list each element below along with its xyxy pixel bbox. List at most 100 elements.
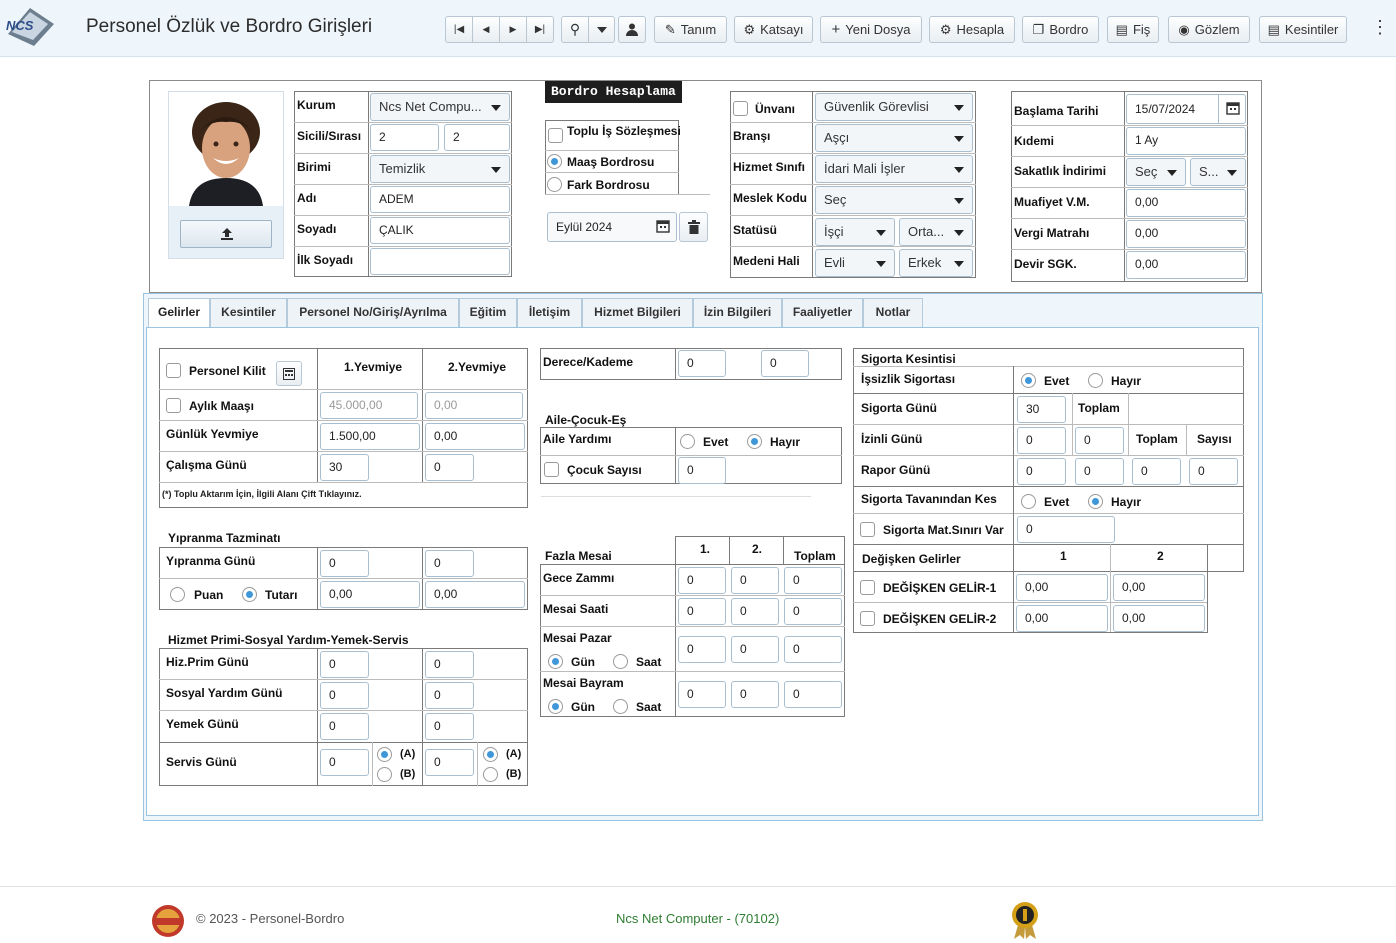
- vergi-matrahi-input[interactable]: 0,00: [1126, 220, 1246, 248]
- app-logo[interactable]: NCS: [4, 6, 56, 48]
- bransi-select[interactable]: Aşçı: [815, 124, 973, 152]
- servis-gunu-2-input[interactable]: 0: [425, 749, 474, 776]
- maas-bordrosu-radio[interactable]: [547, 154, 562, 169]
- mesai-pazar-2-input[interactable]: 0: [731, 636, 779, 663]
- tab-kesintiler[interactable]: Kesintiler: [210, 298, 287, 327]
- ilk-soyadi-input[interactable]: [370, 248, 510, 275]
- kidem-input[interactable]: 1 Ay: [1126, 127, 1246, 155]
- calisma-gunu-1-input[interactable]: 30: [320, 454, 369, 481]
- gece-zammi-1-input[interactable]: 0: [678, 567, 726, 594]
- gunluk-yevmiye-1-input[interactable]: 1.500,00: [320, 423, 420, 450]
- yeni-dosya-button[interactable]: + Yeni Dosya: [820, 16, 922, 43]
- user-button[interactable]: [618, 16, 646, 43]
- rapor-gunu-2-input[interactable]: 0: [1075, 458, 1124, 485]
- cinsiyet-select[interactable]: Erkek: [899, 249, 973, 277]
- mesai-pazar-toplam-input[interactable]: 0: [784, 636, 842, 663]
- tanim-button[interactable]: ✎ Tanım: [654, 16, 727, 43]
- tab-notlar[interactable]: Notlar: [863, 298, 923, 327]
- filter-dropdown-button[interactable]: [588, 16, 615, 43]
- gunluk-yevmiye-2-input[interactable]: 0,00: [425, 423, 525, 450]
- bordro-button[interactable]: ❐ Bordro: [1022, 16, 1099, 43]
- mat-siniri-checkbox[interactable]: [860, 522, 875, 537]
- medeni-hali-select[interactable]: Evli: [815, 249, 895, 277]
- more-menu-icon[interactable]: ⋮: [1371, 18, 1389, 36]
- kesintiler-button[interactable]: ▤ Kesintiler: [1259, 16, 1347, 43]
- cocuk-sayisi-checkbox[interactable]: [544, 462, 559, 477]
- rapor-gunu-toplam-input[interactable]: 0: [1132, 458, 1181, 485]
- delete-donem-button[interactable]: [679, 212, 708, 242]
- yipranma-gunu-2-input[interactable]: 0: [425, 550, 474, 577]
- adi-input[interactable]: ADEM: [370, 186, 510, 213]
- gece-zammi-2-input[interactable]: 0: [731, 567, 779, 594]
- next-record-button[interactable]: ▶: [499, 16, 527, 43]
- mesai-bayram-saat-radio[interactable]: [613, 699, 628, 714]
- calculator-button[interactable]: [276, 361, 302, 386]
- sosyal-yardim-1-input[interactable]: 0: [320, 682, 369, 709]
- tab-egitim[interactable]: Eğitim: [459, 298, 517, 327]
- mesai-saati-1-input[interactable]: 0: [678, 598, 726, 625]
- fark-bordrosu-radio[interactable]: [547, 177, 562, 192]
- tab-izin-bilgileri[interactable]: İzin Bilgileri: [693, 298, 782, 327]
- sigorta-gunu-input[interactable]: 30: [1017, 396, 1066, 423]
- first-record-button[interactable]: |◀: [445, 16, 473, 43]
- gozlem-button[interactable]: ◉ Gözlem: [1168, 16, 1250, 43]
- derece-input[interactable]: 0: [678, 350, 726, 377]
- unvani-checkbox[interactable]: [733, 101, 748, 116]
- degisken-gelir-1-col2-input[interactable]: 0,00: [1113, 574, 1205, 601]
- hiz-prim-2-input[interactable]: 0: [425, 651, 474, 678]
- tab-hizmet-bilgileri[interactable]: Hizmet Bilgileri: [582, 298, 693, 327]
- fis-button[interactable]: ▤ Fiş: [1107, 16, 1159, 43]
- cocuk-sayisi-input[interactable]: 0: [678, 457, 726, 484]
- statusu-select[interactable]: İşçi: [815, 218, 895, 246]
- upload-photo-button[interactable]: [180, 220, 272, 248]
- issizlik-evet-radio[interactable]: [1021, 373, 1036, 388]
- filter-button[interactable]: ⚲: [561, 16, 589, 43]
- tavan-hayir-radio[interactable]: [1088, 494, 1103, 509]
- degisken-gelir-1-col1-input[interactable]: 0,00: [1016, 574, 1108, 601]
- previous-record-button[interactable]: ◀: [472, 16, 500, 43]
- izinli-gunu-1-input[interactable]: 0: [1017, 427, 1066, 454]
- servis-1-b-radio[interactable]: [377, 767, 392, 782]
- mesai-bayram-toplam-input[interactable]: 0: [784, 681, 842, 708]
- calisma-gunu-2-input[interactable]: 0: [425, 454, 474, 481]
- hiz-prim-1-input[interactable]: 0: [320, 651, 369, 678]
- sosyal-yardim-2-input[interactable]: 0: [425, 682, 474, 709]
- unvani-select[interactable]: Güvenlik Görevlisi: [815, 93, 973, 121]
- mesai-pazar-1-input[interactable]: 0: [678, 636, 726, 663]
- izinli-gunu-2-input[interactable]: 0: [1075, 427, 1124, 454]
- birimi-select[interactable]: Temizlik: [370, 155, 510, 183]
- hizmet-sinifi-select[interactable]: İdari Mali İşler: [815, 155, 973, 183]
- devir-sgk-input[interactable]: 0,00: [1126, 251, 1246, 279]
- tutar-2-input[interactable]: 0,00: [425, 581, 525, 608]
- kurum-select[interactable]: Ncs Net Compu...: [370, 93, 510, 121]
- rapor-gunu-sayisi-input[interactable]: 0: [1189, 458, 1238, 485]
- degisken-gelir-2-col2-input[interactable]: 0,00: [1113, 605, 1205, 632]
- degisken-gelir-2-checkbox[interactable]: [860, 611, 875, 626]
- mesai-saati-toplam-input[interactable]: 0: [784, 598, 842, 625]
- mat-siniri-input[interactable]: 0: [1017, 516, 1115, 543]
- mesai-pazar-saat-radio[interactable]: [613, 654, 628, 669]
- puan-radio[interactable]: [170, 587, 185, 602]
- toplu-sozlesme-checkbox[interactable]: [548, 128, 563, 143]
- tab-personel-no[interactable]: Personel No/Giriş/Ayrılma: [287, 298, 459, 327]
- mesai-bayram-1-input[interactable]: 0: [678, 681, 726, 708]
- tab-gelirler[interactable]: Gelirler: [148, 298, 210, 328]
- calendar-icon[interactable]: [1226, 101, 1240, 115]
- statu2-select[interactable]: Orta...: [899, 218, 973, 246]
- last-record-button[interactable]: ▶|: [526, 16, 554, 43]
- yemek-gunu-2-input[interactable]: 0: [425, 713, 474, 740]
- aile-yardimi-evet-radio[interactable]: [680, 434, 695, 449]
- issizlik-hayir-radio[interactable]: [1088, 373, 1103, 388]
- muafiyet-input[interactable]: 0,00: [1126, 189, 1246, 217]
- sicil-input[interactable]: 2: [370, 124, 439, 151]
- aylik-maasi-2-input[interactable]: 0,00: [425, 392, 523, 419]
- tab-faaliyetler[interactable]: Faaliyetler: [782, 298, 863, 327]
- tab-iletisim[interactable]: İletişim: [517, 298, 582, 327]
- yemek-gunu-1-input[interactable]: 0: [320, 713, 369, 740]
- servis-2-a-radio[interactable]: [483, 747, 498, 762]
- tutari-radio[interactable]: [242, 587, 257, 602]
- rapor-gunu-1-input[interactable]: 0: [1017, 458, 1066, 485]
- sira-input[interactable]: 2: [444, 124, 510, 151]
- mesai-bayram-2-input[interactable]: 0: [731, 681, 779, 708]
- meslek-kodu-select[interactable]: Seç: [815, 186, 973, 214]
